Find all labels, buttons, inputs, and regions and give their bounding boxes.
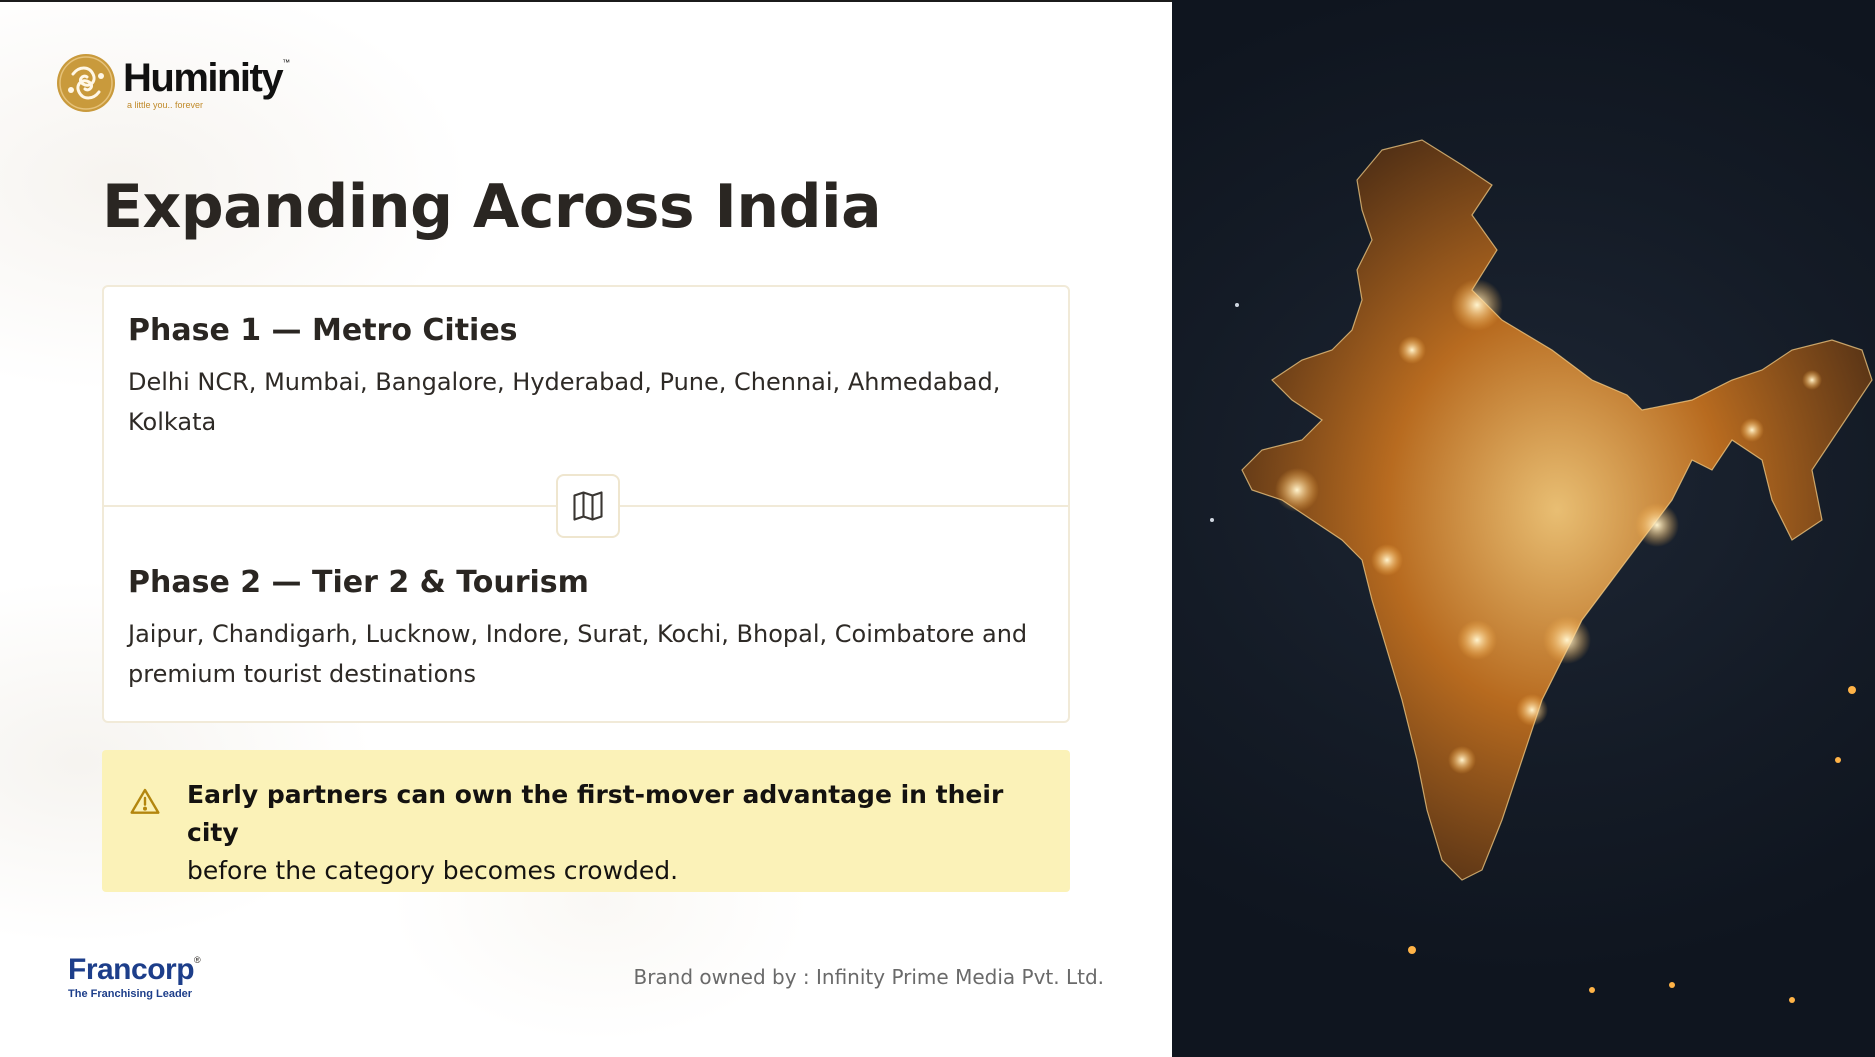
footer-credit: Brand owned by : Infinity Prime Media Pv… xyxy=(633,965,1104,989)
phase-1-title: Phase 1 — Metro Cities xyxy=(128,313,518,348)
map-icon xyxy=(573,491,603,521)
partner-reg: ® xyxy=(194,955,201,965)
notice-detail: before the category becomes crowded. xyxy=(187,856,679,885)
notice-headline: Early partners can own the first-mover a… xyxy=(187,780,1004,847)
phase-1-cities: Delhi NCR, Mumbai, Bangalore, Hyderabad,… xyxy=(128,368,1001,436)
map-icon-badge xyxy=(556,474,620,538)
phase-2-title: Phase 2 — Tier 2 & Tourism xyxy=(128,565,589,600)
partner-name: Francorp xyxy=(68,953,195,986)
left-panel: Huminity™ a little you.. forever Expandi… xyxy=(0,0,1172,1057)
page-title: Expanding Across India xyxy=(102,172,882,242)
warning-icon xyxy=(130,788,160,814)
partner-tagline: The Franchising Leader xyxy=(68,988,193,1000)
phases-card: Phase 1 — Metro Cities Delhi NCR, Mumbai… xyxy=(102,285,1070,723)
huminity-logo: Huminity™ a little you.. forever xyxy=(55,52,290,114)
phase-2-cities: Jaipur, Chandigarh, Lucknow, Indore, Sur… xyxy=(128,620,1028,688)
india-night-map-image xyxy=(1172,0,1875,1057)
phase-2: Phase 2 — Tier 2 & Tourism Jaipur, Chand… xyxy=(128,563,1038,694)
brand-tagline: a little you.. forever xyxy=(127,100,204,110)
first-mover-notice: Early partners can own the first-mover a… xyxy=(102,750,1070,892)
brand-name: Huminity xyxy=(123,56,284,100)
india-map-illustration xyxy=(1210,139,1873,1003)
phase-1: Phase 1 — Metro Cities Delhi NCR, Mumbai… xyxy=(128,311,1038,442)
huminity-emblem-icon xyxy=(57,54,115,112)
francorp-logo: Francorp® The Franchising Leader xyxy=(68,953,201,1001)
brand-tm: ™ xyxy=(282,58,291,67)
